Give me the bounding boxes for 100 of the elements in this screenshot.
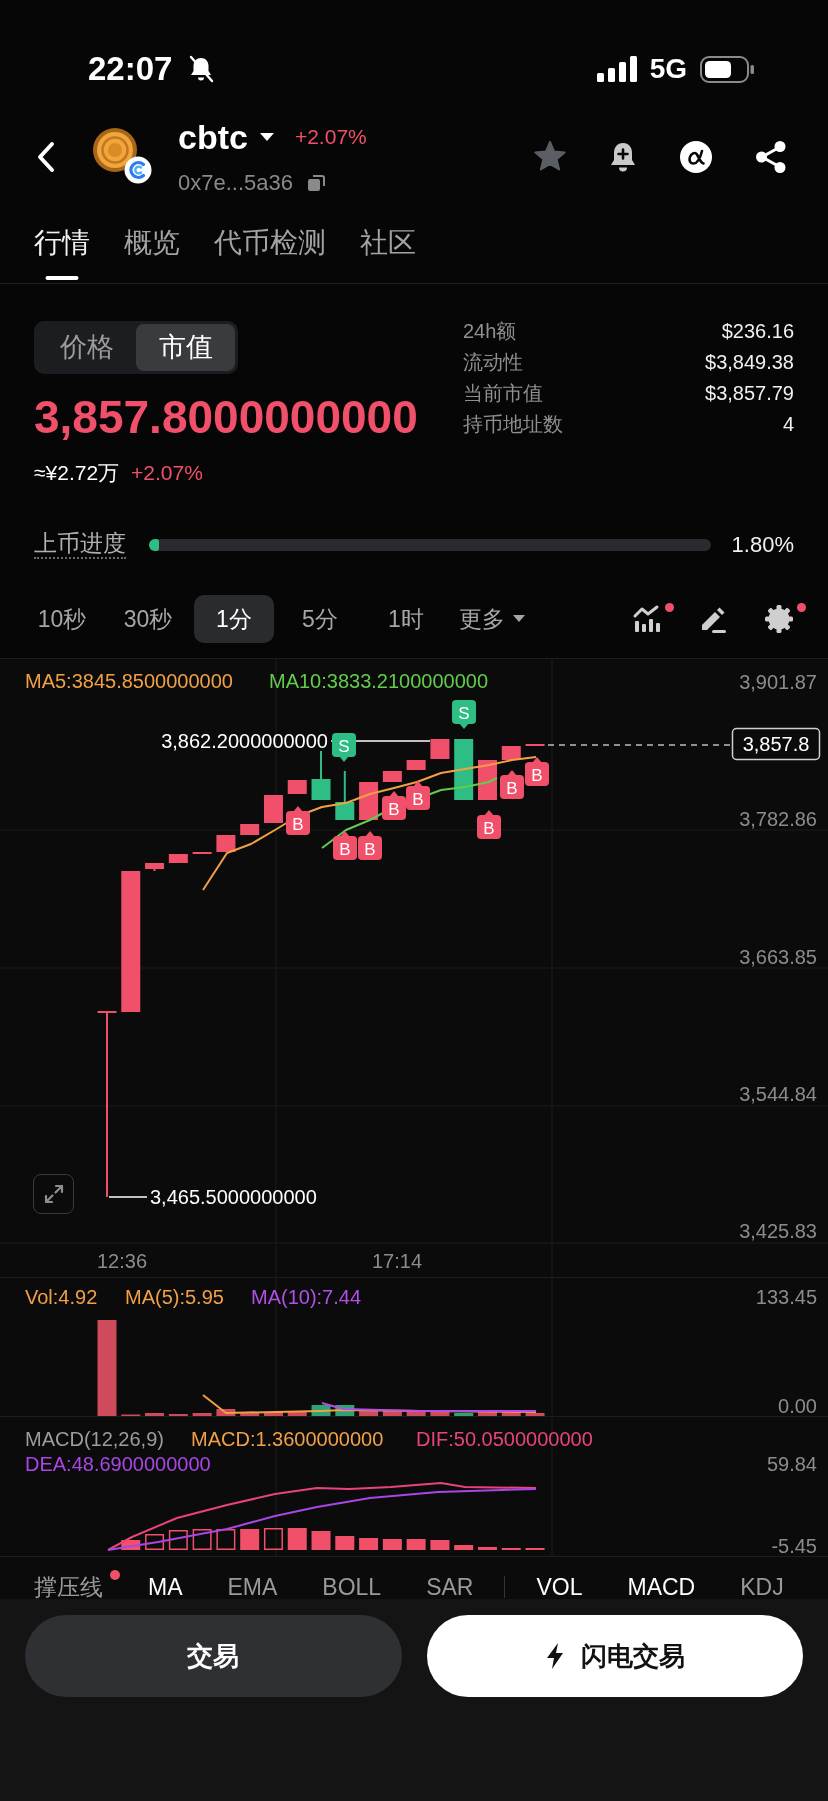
share-icon[interactable]	[754, 140, 788, 174]
last-price-tag: 3,857.8	[731, 727, 821, 761]
more-dropdown[interactable]: 更多	[452, 595, 532, 643]
candle	[168, 854, 188, 863]
indicator-tab[interactable]: SAR	[426, 1575, 474, 1599]
indicator-chart-icon[interactable]	[632, 604, 662, 634]
indicator-reading: MA5:3845.8500000000	[25, 670, 233, 692]
expand-button[interactable]	[33, 1174, 74, 1214]
interval-tab[interactable]: 30秒	[108, 595, 188, 643]
volume-bar	[430, 1412, 450, 1416]
stat-label: 持币地址数	[463, 411, 563, 437]
candle	[501, 746, 521, 760]
progress-label[interactable]: 上币进度	[34, 531, 126, 559]
histogram-bar	[168, 1530, 188, 1550]
stat-value: 4	[782, 411, 794, 437]
volume-bar	[525, 1413, 545, 1416]
volume-bar	[501, 1412, 521, 1416]
indicator-tab[interactable]: MACD	[627, 1575, 696, 1599]
volume-bar	[335, 1405, 355, 1416]
expand-icon	[43, 1184, 64, 1204]
tab[interactable]: 代币检测	[214, 202, 326, 283]
segment-tab[interactable]: 价格	[37, 324, 136, 371]
indicator-tab[interactable]: 撑压线	[34, 1575, 103, 1599]
trade-button[interactable]: 交易	[25, 1615, 402, 1697]
alpha-circle-icon[interactable]	[679, 140, 713, 174]
histogram-bar	[382, 1539, 402, 1550]
axis-label: 17:14	[371, 1250, 423, 1272]
volume-bar	[192, 1413, 212, 1416]
histogram-bar	[454, 1545, 474, 1550]
volume-bar	[240, 1412, 260, 1416]
axis-label: 3,425.83	[739, 1220, 817, 1242]
market-cap-value: 3,857.8000000000	[34, 391, 418, 443]
segmented-control[interactable]: 价格 市值	[34, 321, 238, 374]
interval-tab[interactable]: 1分	[194, 595, 274, 643]
volume-bar	[359, 1411, 379, 1416]
indicator-tab[interactable]: KDJ	[740, 1575, 784, 1599]
settings-icon[interactable]	[764, 604, 794, 634]
candle	[359, 782, 379, 820]
muted-bell-icon	[188, 55, 215, 83]
price-change: +2.07%	[294, 124, 367, 150]
lightning-icon	[544, 1642, 565, 1670]
interval-tab[interactable]: 1时	[366, 595, 446, 643]
bell-plus-icon[interactable]	[608, 140, 638, 174]
tab[interactable]: 概览	[124, 202, 180, 283]
indicator-reading: Vol:4.92	[25, 1286, 98, 1308]
histogram-bar	[121, 1540, 141, 1550]
stat-label: 24h额	[463, 318, 517, 344]
segment-tab[interactable]: 市值	[136, 324, 235, 371]
tab[interactable]: 社区	[360, 202, 416, 283]
chain-badge-icon	[124, 156, 152, 184]
candle	[263, 795, 283, 823]
indicator-reading: MACD(12,26,9)	[25, 1428, 164, 1450]
candle	[145, 862, 165, 872]
indicator-tab[interactable]: EMA	[227, 1575, 278, 1599]
status-time: 22:07	[88, 52, 173, 86]
indicator-reading: MA(10):7.44	[251, 1286, 362, 1308]
token-symbol: cbtc	[178, 117, 248, 157]
tab[interactable]: 行情	[34, 202, 90, 283]
progress-reading: 1.80%	[731, 532, 794, 558]
axis-label: 12:36	[96, 1250, 148, 1272]
stat-label: 当前市值	[463, 380, 543, 406]
network-label: 5G	[649, 54, 687, 84]
axis-label: 3,782.86	[739, 808, 817, 830]
candle	[240, 824, 260, 835]
indicator-tab[interactable]: MA	[148, 1575, 183, 1599]
histogram-bar	[192, 1529, 212, 1550]
histogram-bar	[335, 1536, 355, 1550]
histogram-bar	[240, 1529, 260, 1550]
candle	[406, 760, 426, 770]
interval-tab[interactable]: 5分	[280, 595, 360, 643]
candle	[311, 750, 331, 801]
flash-trade-button[interactable]: 闪电交易	[426, 1615, 803, 1697]
stat-value: $3,857.79	[705, 380, 794, 406]
coin-icon	[92, 127, 138, 173]
copy-icon[interactable]	[307, 174, 325, 192]
axis-label: 3,663.85	[739, 946, 817, 968]
back-icon[interactable]	[35, 141, 57, 173]
volume-bar	[406, 1411, 426, 1416]
candle	[430, 739, 450, 759]
candle	[216, 835, 236, 852]
interval-tab[interactable]: 10秒	[22, 595, 102, 643]
candle	[454, 739, 474, 800]
histogram-bar	[406, 1539, 426, 1550]
volume-bar	[454, 1413, 474, 1416]
histogram-bar	[287, 1528, 307, 1550]
caret-down-icon[interactable]	[258, 132, 275, 142]
indicator-tab[interactable]: BOLL	[322, 1575, 382, 1599]
axis-label: 3,901.87	[739, 671, 817, 693]
candle	[382, 771, 402, 782]
volume-bar	[382, 1411, 402, 1416]
histogram-bar	[311, 1531, 331, 1550]
indicator-tab[interactable]: VOL	[536, 1575, 583, 1599]
volume-bar	[478, 1412, 497, 1416]
histogram-bar	[478, 1547, 497, 1550]
histogram-bar	[430, 1540, 450, 1550]
axis-label: 0.00	[778, 1395, 817, 1416]
histogram-bar	[216, 1529, 236, 1550]
volume-bar	[311, 1405, 331, 1416]
candle	[335, 770, 355, 821]
axis-label: -5.45	[771, 1535, 817, 1556]
